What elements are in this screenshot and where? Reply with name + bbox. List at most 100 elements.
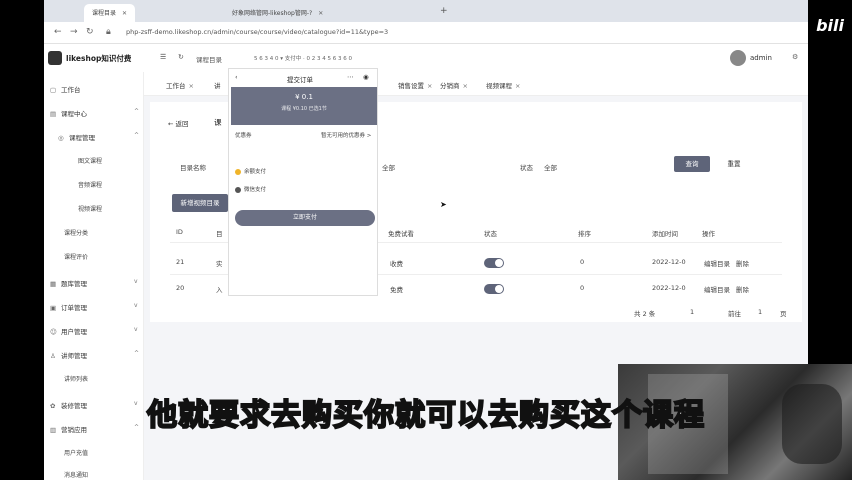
close-icon[interactable]: × (515, 82, 520, 90)
browser-tab-course[interactable]: 课程目录 ✕ (84, 4, 136, 22)
col-free: 免费试看 (388, 230, 414, 238)
sidebar-item-label: 讲师管理 (61, 352, 87, 360)
add-catalogue-button[interactable]: 新增视频目录 (172, 194, 228, 212)
pager-page[interactable]: 1 (690, 308, 694, 316)
table-cell-name: 入 (216, 286, 223, 294)
reset-button[interactable]: 重置 (716, 156, 752, 172)
status-toggle[interactable] (484, 284, 504, 294)
sidebar-item-teachers[interactable]: ♙ 讲师管理 (50, 350, 87, 360)
top-nav: likeshop知识付费 ☰ ↻ 课程目录 5 6 3 4 0 ▾ 支付中 · … (44, 44, 808, 72)
close-icon[interactable]: × (189, 82, 194, 90)
browser-tab-label: 课程目录 (92, 10, 117, 17)
tab-sales-settings[interactable]: 销售设置 × (398, 80, 432, 90)
order-modal: ‹ 提交订单 ⋯ ◉ ¥ 0.1 课程 ¥0.10 已选1节 优惠券 暂无可用的… (228, 68, 378, 296)
edit-catalogue-link[interactable]: 编辑目录 (704, 258, 730, 268)
refresh-icon[interactable]: ↻ (178, 53, 184, 61)
tab-label: 销售设置 (398, 82, 424, 90)
filter-name-label: 目录名称 (180, 164, 206, 172)
avatar[interactable] (730, 50, 746, 66)
back-link[interactable]: ← 返回 (168, 118, 189, 128)
delete-link[interactable]: 删除 (736, 258, 749, 268)
sidebar-item-course-center[interactable]: ▤ 课程中心 (50, 108, 87, 118)
sidebar-item-course-review[interactable]: 课程评价 (64, 252, 88, 261)
back-arrow-icon[interactable]: ← (54, 27, 62, 37)
course-icon: ▤ (50, 110, 57, 118)
chevron-down-icon: v (134, 278, 138, 285)
watermark: bili (816, 16, 844, 35)
sidebar-item-user-recharge[interactable]: 用户充值 (64, 448, 88, 457)
target-icon[interactable]: ◉ (363, 73, 369, 81)
tab-video-course[interactable]: 视频课程 × (486, 80, 520, 90)
close-icon[interactable]: × (463, 82, 468, 90)
breadcrumb: 课程目录 (196, 56, 222, 64)
sidebar-item-article-course[interactable]: 图文课程 (78, 156, 102, 165)
sidebar-item-audio-course[interactable]: 音频课程 (78, 180, 102, 189)
sidebar-item-label: 课程中心 (61, 110, 87, 118)
pay-now-button[interactable]: 立即支付 (235, 210, 375, 226)
close-icon[interactable]: × (427, 82, 432, 90)
circle-icon: ◎ (58, 134, 64, 142)
col-status: 状态 (484, 230, 497, 238)
table-cell-free: 收费 (390, 260, 403, 268)
table-cell-id: 20 (176, 284, 185, 292)
col-time: 添加时间 (652, 230, 678, 238)
logo-icon (48, 51, 62, 65)
coupon-select[interactable]: 暂无可用的优惠券 > (321, 131, 371, 139)
filter-status-select[interactable]: 全部 (544, 162, 557, 172)
col-name: 目 (216, 230, 223, 238)
close-icon[interactable]: ✕ (318, 10, 323, 17)
tab-teacher[interactable]: 讲 (214, 80, 221, 90)
sidebar-item-label: 题库管理 (61, 280, 87, 288)
order-amount: ¥ 0.1 (295, 93, 313, 101)
browser-tab-bar: 课程目录 ✕ 好象网络管网-likeshop管网-? ✕ + (44, 0, 808, 22)
new-tab-icon[interactable]: + (440, 6, 448, 16)
url-input[interactable]: php-zsff-demo.likeshop.cn/admin/course/c… (126, 28, 388, 36)
sidebar-item-teacher-list[interactable]: 讲师列表 (64, 374, 88, 383)
sidebar-item-workbench[interactable]: ▢ 工作台 (50, 84, 81, 94)
teacher-icon: ♙ (50, 352, 56, 360)
chevron-down-icon: v (134, 302, 138, 309)
back-arrow-icon[interactable]: ‹ (235, 73, 238, 81)
browser-tab-site[interactable]: 好象网络管网-likeshop管网-? ✕ (224, 4, 331, 22)
more-icon[interactable]: ⋯ (347, 73, 354, 81)
order-amount-sub: 课程 ¥0.10 已选1节 (281, 106, 327, 112)
dashboard-icon: ▢ (50, 86, 57, 94)
sidebar-item-video-course[interactable]: 视频课程 (78, 204, 102, 213)
table-cell-time: 2022-12-0 (652, 284, 686, 292)
settings-icon[interactable]: ⚙ (792, 53, 798, 61)
table-cell-name: 实 (216, 260, 223, 268)
edit-catalogue-link[interactable]: 编辑目录 (704, 284, 730, 294)
sidebar-item-course-manage[interactable]: ◎ 课程管理 (58, 132, 95, 142)
tab-distributor[interactable]: 分销商 × (440, 80, 468, 90)
sidebar-item-course-category[interactable]: 课程分类 (64, 228, 88, 237)
lock-icon: 🔒︎ (106, 27, 111, 37)
col-sort: 排序 (578, 230, 591, 238)
pager-unit: 页 (780, 310, 787, 318)
collapse-icon[interactable]: ☰ (160, 53, 166, 61)
sidebar-item-orders[interactable]: ▣ 订单管理 (50, 302, 87, 312)
admin-name[interactable]: admin (750, 54, 772, 62)
back-label: 返回 (175, 120, 189, 128)
sidebar-item-notifications[interactable]: 消息通知 (64, 470, 88, 479)
sidebar-item-question-bank[interactable]: ▦ 题库管理 (50, 278, 87, 288)
chevron-up-icon: ^ (134, 108, 140, 115)
search-button[interactable]: 查询 (674, 156, 710, 172)
pay-option-balance[interactable]: 余额支付 (235, 167, 266, 175)
forward-arrow-icon[interactable]: → (70, 27, 78, 37)
reload-icon[interactable]: ↻ (86, 27, 94, 37)
delete-link[interactable]: 删除 (736, 284, 749, 294)
chevron-up-icon: ^ (134, 350, 140, 357)
tab-label: 讲 (214, 82, 221, 90)
sidebar-item-label: 课程管理 (69, 134, 95, 142)
wallet-icon (235, 168, 241, 175)
page-title: 课 (214, 118, 222, 127)
sidebar-item-users[interactable]: ☺ 用户管理 (50, 326, 87, 336)
col-actions: 操作 (702, 230, 715, 238)
tab-workbench[interactable]: 工作台 × (166, 80, 194, 90)
status-toggle[interactable] (484, 258, 504, 268)
pay-option-wechat[interactable]: 微信支付 (235, 185, 266, 193)
screen: 课程目录 ✕ 好象网络管网-likeshop管网-? ✕ + ← → ↻ 🔒︎ ph… (0, 0, 852, 480)
pager-goto-input[interactable]: 1 (758, 308, 762, 316)
close-icon[interactable]: ✕ (122, 10, 127, 17)
filter-type-select[interactable]: 全部 (382, 162, 395, 172)
